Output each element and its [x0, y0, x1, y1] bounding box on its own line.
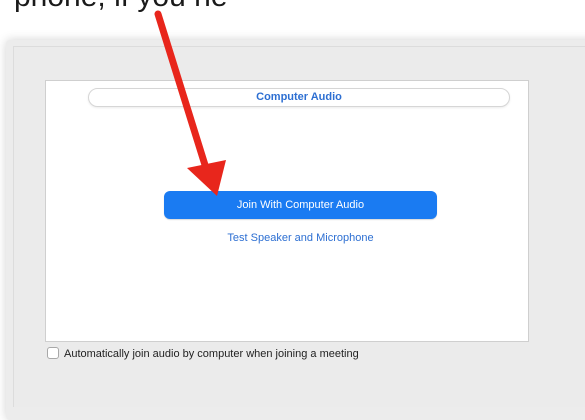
audio-tab-bar: Computer Audio: [88, 88, 510, 107]
test-speaker-and-microphone-link[interactable]: Test Speaker and Microphone: [164, 230, 437, 246]
tab-computer-audio[interactable]: Computer Audio: [89, 89, 509, 106]
auto-join-audio-checkbox[interactable]: [47, 347, 59, 359]
auto-join-audio-row: Automatically join audio by computer whe…: [47, 345, 447, 363]
auto-join-audio-label: Automatically join audio by computer whe…: [64, 348, 359, 360]
tutorial-caption-text: phone, if you ne: [14, 0, 228, 16]
join-with-computer-audio-button[interactable]: Join With Computer Audio: [164, 191, 437, 219]
